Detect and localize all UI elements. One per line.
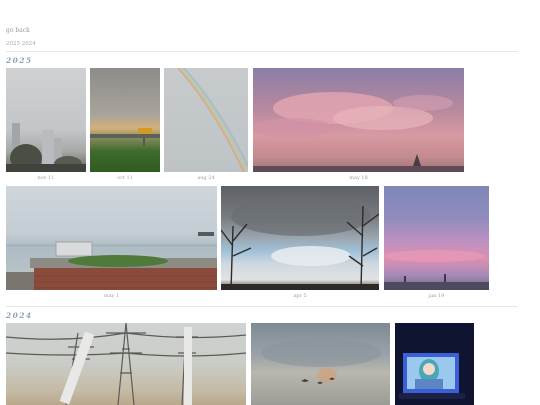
photo-jan-19[interactable] (384, 186, 489, 290)
divider (6, 51, 518, 52)
photo-oct-11[interactable] (90, 68, 160, 172)
photo-2024-pylons-image (6, 323, 246, 405)
year-heading-2024: 2024 (6, 311, 33, 320)
year-heading-2025: 2025 (6, 56, 33, 65)
caption-nov-11: nov 11 (37, 175, 55, 181)
caption-apr-5: apr 5 (293, 293, 307, 299)
caption-may-1: may 1 (103, 293, 120, 299)
caption-jan-19: jan 19 (428, 293, 445, 299)
photo-aug-24[interactable] (164, 68, 248, 172)
photo-2024-screen[interactable] (395, 323, 474, 405)
photo-may-1-image (6, 232, 217, 290)
divider-2024 (6, 306, 518, 307)
caption-may-18: may 18 (349, 175, 368, 181)
photo-nov-11[interactable] (6, 68, 86, 172)
caption-oct-11: oct 11 (117, 175, 133, 181)
photo-apr-5[interactable] (221, 186, 379, 290)
photo-oct-11-image (90, 128, 160, 146)
photo-may-18[interactable] (253, 68, 464, 172)
photo-2024-sky[interactable] (251, 323, 390, 405)
photo-apr-5-image (221, 196, 379, 290)
photo-jan-19-image (384, 250, 489, 290)
go-back-link[interactable]: go back (6, 27, 30, 34)
caption-aug-24: aug 24 (197, 175, 215, 181)
photo-2024-sky-image (261, 339, 381, 384)
years-nav[interactable]: 2025 2024 (6, 41, 36, 47)
photo-may-18-image (253, 92, 464, 172)
photo-2024-screen-image (399, 353, 465, 399)
photo-aug-24-image (177, 68, 248, 172)
photo-2024-pylons[interactable] (6, 323, 246, 405)
photo-nov-11-image (6, 123, 86, 172)
photo-may-1[interactable] (6, 186, 217, 290)
